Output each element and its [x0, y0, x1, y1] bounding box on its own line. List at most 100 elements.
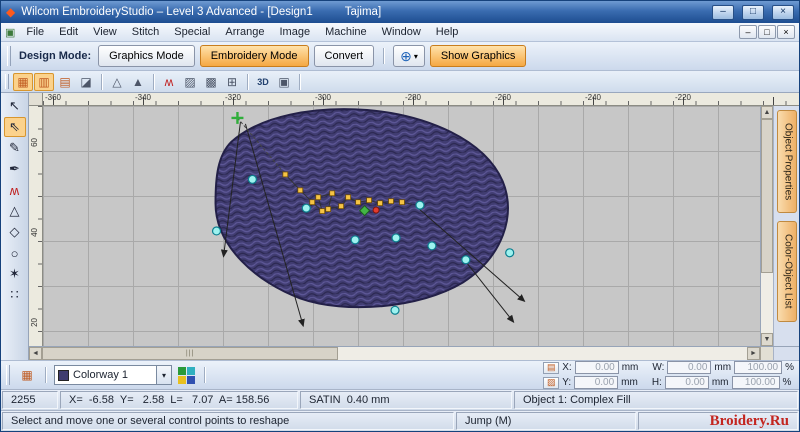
design-svg[interactable]	[43, 106, 760, 346]
scroll-corner	[760, 347, 773, 360]
vertical-scrollbar[interactable]: ▲ ▼	[760, 106, 773, 346]
h-field[interactable]: 0.00	[664, 376, 709, 389]
scroll-right-icon[interactable]: ►	[747, 347, 760, 360]
thread-colors-icon[interactable]: ▦	[17, 366, 37, 384]
stitch-edit-tool[interactable]: ∷	[4, 285, 26, 305]
embroidery-mode-button[interactable]: Embroidery Mode	[199, 45, 309, 67]
colorway-toolbar: ▦ Colorway 1 ▾ ▤ X: 0.00 mm W: 0.00 mm 1…	[1, 360, 799, 389]
ruler-top-label: -340	[134, 93, 152, 102]
stitch-medium-icon[interactable]: ▥	[34, 72, 54, 91]
scale-y-field[interactable]: 100.00	[731, 376, 780, 389]
percent-label: %	[782, 377, 792, 388]
scale-x-field[interactable]: 100.00	[734, 361, 783, 374]
close-button[interactable]: ×	[772, 4, 794, 20]
horizontal-scrollbar[interactable]: ◄ ||| ►	[29, 346, 799, 360]
overlap-object-icon[interactable]: ◪	[76, 73, 96, 91]
combo-caret-icon[interactable]: ▾	[156, 366, 171, 384]
ruler-left-label: 60	[30, 138, 39, 147]
design-mode-label: Design Mode:	[19, 50, 92, 62]
digitize-open-tool[interactable]: ✎	[4, 138, 26, 158]
mode-toolbar: Design Mode: Graphics Mode Embroidery Mo…	[1, 42, 799, 71]
design-canvas[interactable]	[43, 106, 760, 346]
stitch-type-info: SATIN 0.40 mm	[300, 391, 512, 409]
mdi-minimize-button[interactable]: –	[739, 25, 757, 39]
menu-file[interactable]: File	[19, 24, 51, 40]
scroll-left-icon[interactable]: ◄	[29, 347, 42, 360]
x-field[interactable]: 0.00	[574, 361, 619, 374]
circle-shape-tool[interactable]: ○	[4, 243, 26, 263]
mm-label: mm	[711, 377, 729, 388]
status-bar: 2255 X= -6.58 Y= 2.58 L= 7.07 A= 158.56 …	[1, 389, 799, 410]
minimize-button[interactable]: –	[712, 4, 734, 20]
ruler-top: -360 -340 -320 -300 -280 -260 -240 -220	[29, 93, 799, 106]
freehand-run-icon[interactable]: ʍ	[159, 73, 179, 91]
menu-edit[interactable]: Edit	[52, 24, 85, 40]
reshape-tool[interactable]: ⇖	[3, 117, 26, 137]
select-tool[interactable]: ↖	[4, 96, 26, 116]
scroll-down-icon[interactable]: ▼	[761, 333, 773, 346]
show-graphics-button[interactable]: Show Graphics	[429, 45, 527, 67]
tab-strip-spacer	[773, 347, 799, 360]
tab-color-object-list[interactable]: Color-Object List	[776, 221, 797, 322]
diamond-shape-tool[interactable]: ◇	[4, 222, 26, 242]
app-logo-icon: ◆	[6, 5, 16, 19]
ruler-left-label: 20	[30, 318, 39, 327]
3d-view-button[interactable]: 3D	[253, 73, 273, 91]
stitch-list-icon[interactable]: ▤	[55, 73, 75, 91]
current-tool-info: Jump (M)	[456, 412, 636, 430]
menu-image[interactable]: Image	[273, 24, 318, 40]
y-field[interactable]: 0.00	[574, 376, 619, 389]
hoop-globe-button[interactable]: ⊕ ▾	[393, 45, 425, 67]
mdi-close-button[interactable]: ×	[777, 25, 795, 39]
horizontal-scroll-thumb[interactable]: |||	[42, 347, 339, 360]
toolbar-grip[interactable]	[7, 46, 11, 66]
globe-caret-icon: ▾	[413, 51, 418, 61]
stitch-small-icon[interactable]: ▦	[13, 72, 33, 91]
texture-view-icon[interactable]: ▣	[274, 73, 294, 91]
palette-editor-button[interactable]	[176, 366, 196, 384]
triangle-shape-tool[interactable]: △	[4, 201, 26, 221]
menu-stitch[interactable]: Stitch	[125, 24, 167, 40]
menu-special[interactable]: Special	[167, 24, 217, 40]
menu-view[interactable]: View	[86, 24, 124, 40]
menu-machine[interactable]: Machine	[318, 24, 374, 40]
toolbar-grip[interactable]	[5, 74, 9, 89]
application-window: ◆ Wilcom EmbroideryStudio – Level 3 Adva…	[0, 0, 800, 432]
start-point-cross	[231, 111, 244, 124]
mdi-restore-button[interactable]: □	[758, 25, 776, 39]
pattern-fill-icon[interactable]: ▨	[180, 73, 200, 91]
maximize-button[interactable]: □	[742, 4, 764, 20]
graphics-mode-button[interactable]: Graphics Mode	[98, 45, 195, 67]
applique-icon[interactable]: ⊞	[222, 73, 242, 91]
scroll-up-icon[interactable]: ▲	[761, 106, 773, 119]
percent-label: %	[785, 362, 794, 373]
globe-icon: ⊕	[400, 47, 412, 64]
convert-button[interactable]: Convert	[313, 45, 375, 67]
freehand-stitch-tool[interactable]: ʍ	[4, 180, 26, 200]
titlebar: ◆ Wilcom EmbroideryStudio – Level 3 Adva…	[1, 1, 799, 23]
h-label: H:	[651, 377, 662, 388]
ruler-top-label: -220	[674, 93, 692, 102]
colorway-value: Colorway 1	[73, 369, 129, 381]
exit-point-dot	[372, 206, 380, 214]
motif-fill-icon[interactable]: ▩	[201, 73, 221, 91]
menu-arrange[interactable]: Arrange	[218, 24, 271, 40]
menu-help[interactable]: Help	[429, 24, 466, 40]
w-field[interactable]: 0.00	[667, 361, 712, 374]
lettering-fill-icon[interactable]: ▲	[128, 73, 148, 91]
watermark-text: Broidery.Ru	[709, 412, 789, 429]
menu-window[interactable]: Window	[375, 24, 428, 40]
colorway-select[interactable]: Colorway 1 ▾	[54, 365, 172, 385]
y-label: Y:	[562, 377, 572, 388]
ruler-top-label: -240	[584, 93, 602, 102]
menubar: ▣ File Edit View Stitch Special Arrange …	[1, 23, 799, 42]
satin-sample-icon[interactable]: ▤	[543, 361, 560, 374]
toolbar-grip[interactable]	[6, 365, 10, 385]
vertical-scroll-thumb[interactable]	[761, 119, 773, 274]
lettering-outline-icon[interactable]: △	[107, 73, 127, 91]
fill-sample-icon[interactable]: ▨	[543, 376, 560, 389]
digitize-closed-tool[interactable]: ✒	[4, 159, 26, 179]
star-shape-tool[interactable]: ✶	[4, 264, 26, 284]
w-label: W:	[652, 362, 665, 373]
tab-object-properties[interactable]: Object Properties	[776, 110, 797, 214]
